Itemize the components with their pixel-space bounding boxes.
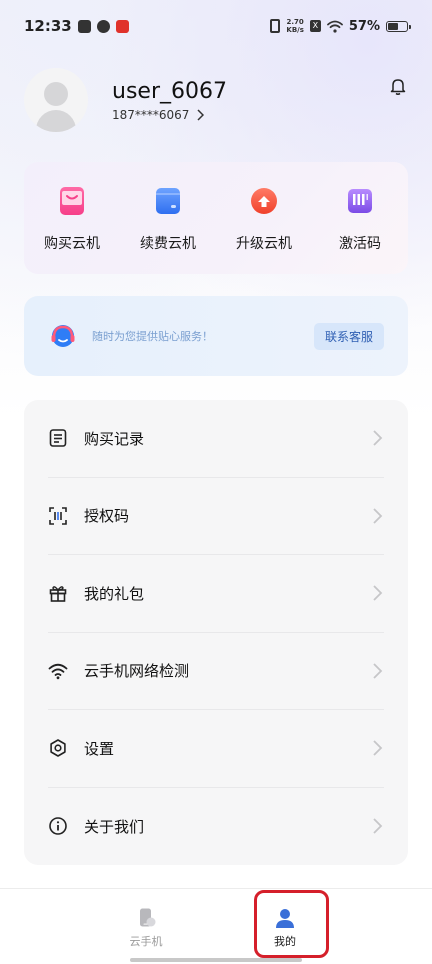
status-time: 12:33 <box>24 17 72 35</box>
status-left: 12:33 <box>24 17 129 35</box>
document-icon <box>49 429 67 448</box>
tab-mine[interactable]: 我的 <box>245 907 325 949</box>
menu-label: 购买记录 <box>84 429 145 448</box>
shopping-bag-icon <box>60 187 84 215</box>
avatar-head <box>44 82 68 106</box>
quick-actions-card: 购买云机 续费云机 升级云机 激活码 <box>24 162 408 274</box>
chevron-right-icon <box>197 108 205 121</box>
chevron-right-icon <box>373 663 383 679</box>
menu-label: 我的礼包 <box>84 584 145 603</box>
customer-service-banner: 随时为您提供贴心服务！ 联系客服 <box>24 296 408 376</box>
gift-icon <box>49 586 67 603</box>
chevron-right-icon <box>373 818 383 834</box>
chevron-right-icon <box>373 430 383 446</box>
mail-icon <box>77 19 91 33</box>
gear-icon <box>50 739 66 758</box>
bell-icon[interactable] <box>388 76 408 96</box>
x-badge-icon: X <box>309 20 321 32</box>
vibrate-icon <box>270 19 281 33</box>
action-label: 激活码 <box>339 236 381 252</box>
username: user_6067 <box>112 78 227 104</box>
status-right: 2.70 KB/s X 57% <box>270 18 411 34</box>
wallet-icon <box>156 188 180 214</box>
leaf-icon <box>96 19 110 33</box>
menu-item-auth-code[interactable]: 授权码 <box>48 478 384 555</box>
phone-number: 187****6067 <box>112 107 190 122</box>
upgrade-icon <box>251 188 277 214</box>
menu-label: 设置 <box>84 739 115 758</box>
action-activation-code[interactable]: 激活码 <box>315 183 405 253</box>
network-speed: 2.70 KB/s <box>286 18 303 34</box>
action-renew-cloud[interactable]: 续费云机 <box>123 183 213 253</box>
action-buy-cloud[interactable]: 购买云机 <box>27 183 117 253</box>
wifi-icon <box>326 20 343 33</box>
tab-label: 我的 <box>274 935 296 948</box>
action-label: 购买云机 <box>44 236 100 252</box>
battery-percent: 57% <box>348 18 380 34</box>
menu-item-my-gifts[interactable]: 我的礼包 <box>48 555 384 633</box>
menu-list: 购买记录 授权码 我的礼包 云手机网络检测 设置 关于我们 <box>24 400 408 865</box>
chevron-right-icon <box>373 508 383 524</box>
bottom-nav: 云手机 我的 <box>0 888 432 964</box>
profile-section: user_6067 187****6067 <box>24 68 227 132</box>
action-label: 续费云机 <box>140 236 196 252</box>
action-label: 升级云机 <box>236 236 292 252</box>
cloud-phone-icon <box>140 908 156 927</box>
scan-code-icon <box>49 506 67 525</box>
app-badge-icon <box>115 19 129 33</box>
contact-support-button[interactable]: 联系客服 <box>313 322 384 350</box>
chevron-right-icon <box>373 740 383 756</box>
profile-text: user_6067 187****6067 <box>112 79 227 122</box>
tab-cloud-phone[interactable]: 云手机 <box>106 907 186 949</box>
menu-item-about-us[interactable]: 关于我们 <box>48 788 384 866</box>
menu-item-settings[interactable]: 设置 <box>48 710 384 788</box>
status-bar: 12:33 2.70 KB/s X 57% <box>0 0 432 52</box>
tab-label: 云手机 <box>129 935 163 948</box>
action-upgrade-cloud[interactable]: 升级云机 <box>219 183 309 253</box>
phone-row[interactable]: 187****6067 <box>112 108 227 122</box>
menu-item-purchase-records[interactable]: 购买记录 <box>48 400 384 478</box>
activation-code-icon <box>348 189 372 213</box>
headset-icon <box>51 325 75 347</box>
info-icon <box>49 817 67 836</box>
menu-label: 关于我们 <box>84 817 145 836</box>
network-speed-unit: KB/s <box>286 26 304 34</box>
menu-label: 授权码 <box>84 507 130 526</box>
service-text: 随时为您提供贴心服务！ <box>92 330 213 343</box>
chevron-right-icon <box>373 585 383 601</box>
battery-icon <box>386 20 411 32</box>
avatar[interactable] <box>24 68 88 132</box>
wifi-icon <box>48 663 68 679</box>
avatar-body <box>36 110 76 132</box>
menu-label: 云手机网络检测 <box>84 662 190 681</box>
home-indicator[interactable] <box>130 958 302 962</box>
menu-item-network-test[interactable]: 云手机网络检测 <box>48 633 384 710</box>
battery-fill <box>388 22 398 30</box>
user-icon <box>276 909 294 928</box>
network-speed-value: 2.70 <box>286 18 304 26</box>
